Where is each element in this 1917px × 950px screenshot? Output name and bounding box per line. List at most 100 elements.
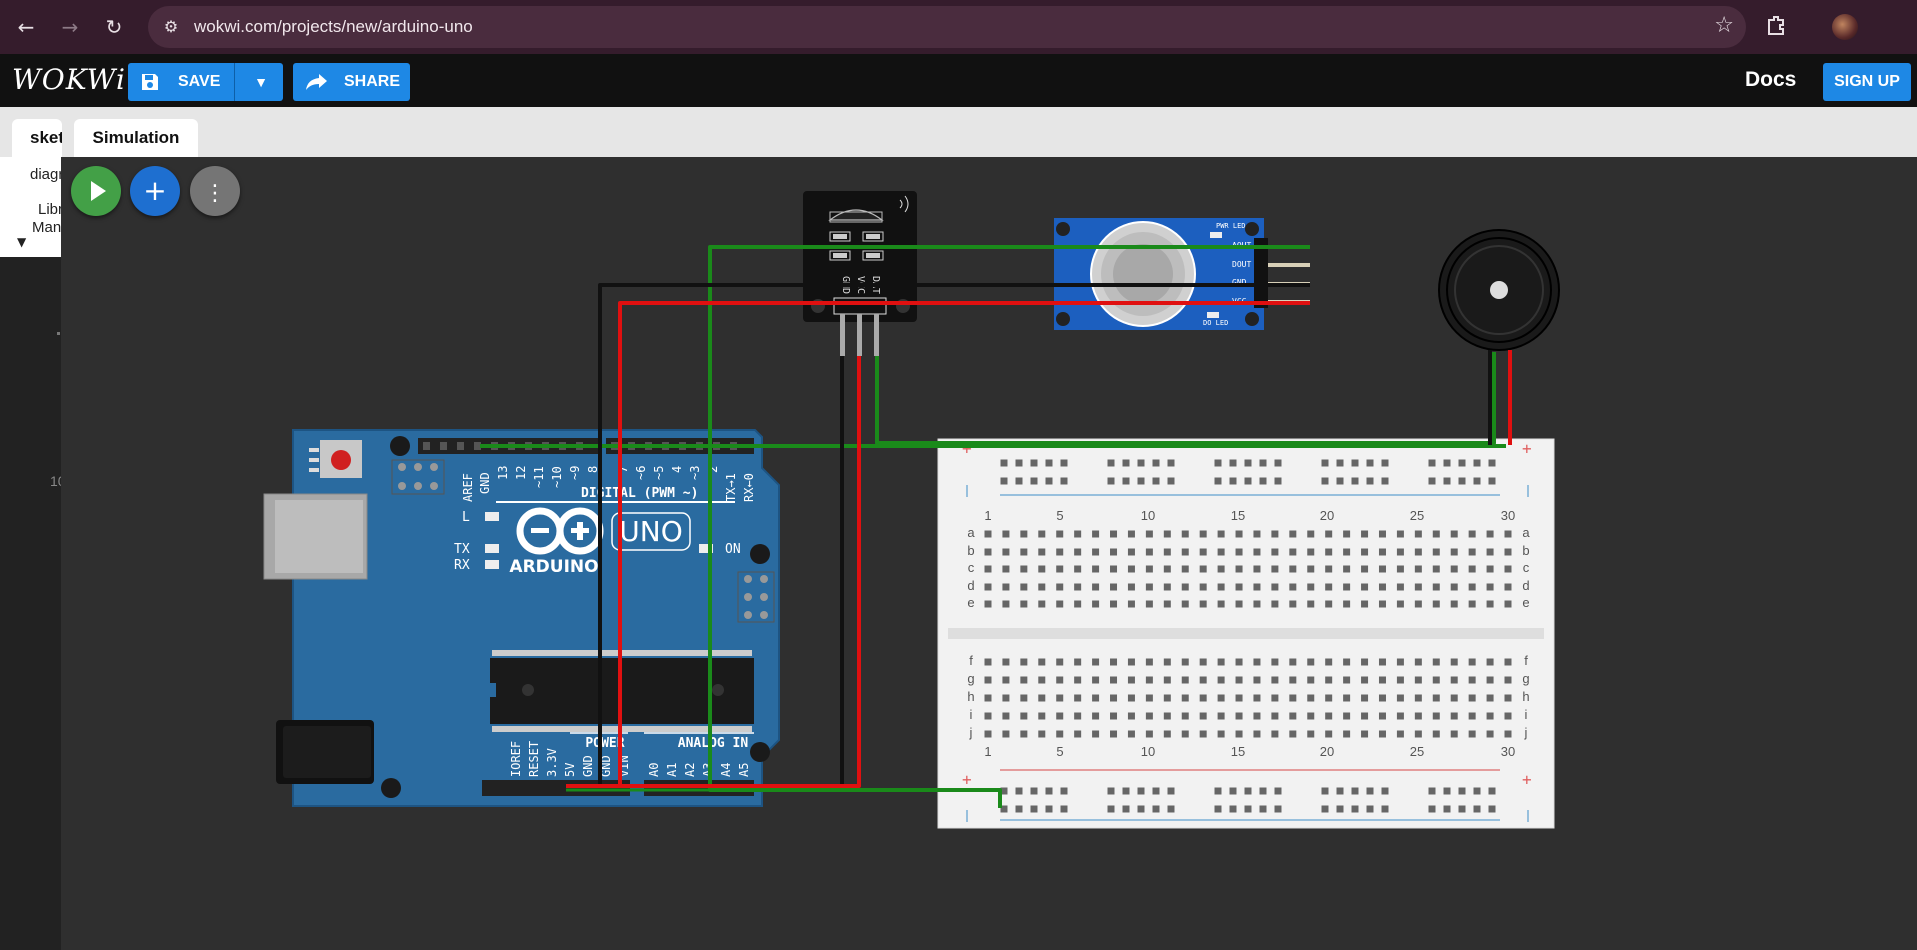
- breadboard-hole[interactable]: [1343, 548, 1351, 556]
- breadboard-hole[interactable]: [1092, 548, 1100, 556]
- breadboard-hole[interactable]: [1244, 459, 1252, 467]
- breadboard-hole[interactable]: [1181, 676, 1189, 684]
- breadboard-hole[interactable]: [1486, 676, 1494, 684]
- breadboard-hole[interactable]: [1092, 712, 1100, 720]
- breadboard-hole[interactable]: [1015, 805, 1023, 813]
- breadboard-hole[interactable]: [1351, 459, 1359, 467]
- breadboard-hole[interactable]: [1259, 787, 1267, 795]
- breadboard-hole[interactable]: [1145, 712, 1153, 720]
- breadboard-hole[interactable]: [1214, 787, 1222, 795]
- breadboard-hole[interactable]: [1127, 548, 1135, 556]
- breadboard-hole[interactable]: [1381, 477, 1389, 485]
- breadboard-hole[interactable]: [1396, 730, 1404, 738]
- breadboard-hole[interactable]: [1321, 805, 1329, 813]
- breadboard-hole[interactable]: [1110, 730, 1118, 738]
- breadboard-hole[interactable]: [1468, 583, 1476, 591]
- breadboard-hole[interactable]: [1396, 530, 1404, 538]
- breadboard-hole[interactable]: [1122, 787, 1130, 795]
- breadboard-hole[interactable]: [1325, 658, 1333, 666]
- breadboard-hole[interactable]: [1504, 676, 1512, 684]
- breadboard-hole[interactable]: [1504, 548, 1512, 556]
- breadboard-hole[interactable]: [1307, 712, 1315, 720]
- breadboard-hole[interactable]: [1504, 530, 1512, 538]
- breadboard-hole[interactable]: [1145, 548, 1153, 556]
- breadboard-hole[interactable]: [1307, 548, 1315, 556]
- breadboard-hole[interactable]: [1289, 676, 1297, 684]
- breadboard-hole[interactable]: [1414, 583, 1422, 591]
- breadboard-hole[interactable]: [1366, 805, 1374, 813]
- breadboard-hole[interactable]: [1307, 565, 1315, 573]
- breadboard-hole[interactable]: [1145, 565, 1153, 573]
- breadboard-hole[interactable]: [1002, 658, 1010, 666]
- breadboard-hole[interactable]: [1428, 459, 1436, 467]
- breadboard-hole[interactable]: [1163, 676, 1171, 684]
- breadboard-hole[interactable]: [1486, 600, 1494, 608]
- breadboard-hole[interactable]: [1468, 530, 1476, 538]
- breadboard-hole[interactable]: [1486, 712, 1494, 720]
- breadboard-hole[interactable]: [1167, 477, 1175, 485]
- breadboard-hole[interactable]: [1274, 787, 1282, 795]
- breadboard-hole[interactable]: [1396, 694, 1404, 702]
- breadboard-hole[interactable]: [1343, 676, 1351, 684]
- breadboard-hole[interactable]: [1343, 712, 1351, 720]
- breadboard-hole[interactable]: [1450, 658, 1458, 666]
- breadboard-hole[interactable]: [1325, 548, 1333, 556]
- breadboard-hole[interactable]: [1181, 694, 1189, 702]
- breadboard-hole[interactable]: [1432, 694, 1440, 702]
- reset-button-cap[interactable]: [331, 450, 351, 470]
- breadboard-hole[interactable]: [1378, 676, 1386, 684]
- breadboard-hole[interactable]: [1127, 658, 1135, 666]
- breadboard-hole[interactable]: [1396, 583, 1404, 591]
- breadboard-hole[interactable]: [1038, 676, 1046, 684]
- breadboard-hole[interactable]: [1020, 583, 1028, 591]
- breadboard-hole[interactable]: [1002, 600, 1010, 608]
- breadboard-hole[interactable]: [1217, 658, 1225, 666]
- breadboard-hole[interactable]: [1145, 694, 1153, 702]
- breadboard-hole[interactable]: [1488, 805, 1496, 813]
- breadboard-hole[interactable]: [1351, 477, 1359, 485]
- breadboard-hole[interactable]: [1325, 583, 1333, 591]
- breadboard-hole[interactable]: [1244, 477, 1252, 485]
- breadboard-hole[interactable]: [1458, 477, 1466, 485]
- breadboard-hole[interactable]: [1361, 730, 1369, 738]
- breadboard-hole[interactable]: [1199, 658, 1207, 666]
- breadboard-hole[interactable]: [1122, 477, 1130, 485]
- breadboard-hole[interactable]: [1127, 694, 1135, 702]
- breadboard-hole[interactable]: [1343, 530, 1351, 538]
- breadboard-hole[interactable]: [1378, 565, 1386, 573]
- breadboard-hole[interactable]: [984, 694, 992, 702]
- breadboard-hole[interactable]: [1038, 583, 1046, 591]
- breadboard-hole[interactable]: [1274, 459, 1282, 467]
- breadboard-hole[interactable]: [1217, 730, 1225, 738]
- breadboard-hole[interactable]: [1253, 548, 1261, 556]
- breadboard-hole[interactable]: [1486, 530, 1494, 538]
- breadboard-hole[interactable]: [1181, 565, 1189, 573]
- breadboard-hole[interactable]: [1432, 600, 1440, 608]
- breadboard-hole[interactable]: [1092, 730, 1100, 738]
- breadboard-hole[interactable]: [1199, 548, 1207, 556]
- breadboard-hole[interactable]: [1488, 787, 1496, 795]
- breadboard-hole[interactable]: [1056, 600, 1064, 608]
- breadboard-hole[interactable]: [1468, 694, 1476, 702]
- breadboard-hole[interactable]: [1074, 530, 1082, 538]
- breadboard-hole[interactable]: [1458, 787, 1466, 795]
- breadboard-hole[interactable]: [1271, 676, 1279, 684]
- breadboard-hole[interactable]: [1468, 658, 1476, 666]
- breadboard-hole[interactable]: [1217, 583, 1225, 591]
- breadboard-hole[interactable]: [1488, 459, 1496, 467]
- breadboard-hole[interactable]: [1127, 530, 1135, 538]
- breadboard-hole[interactable]: [1092, 600, 1100, 608]
- breadboard-hole[interactable]: [1163, 658, 1171, 666]
- breadboard-hole[interactable]: [1045, 805, 1053, 813]
- piezo-buzzer[interactable]: [1438, 229, 1560, 351]
- breadboard-hole[interactable]: [1199, 565, 1207, 573]
- breadboard-hole[interactable]: [1259, 459, 1267, 467]
- breadboard-hole[interactable]: [1271, 583, 1279, 591]
- breadboard-hole[interactable]: [1378, 530, 1386, 538]
- breadboard-hole[interactable]: [1145, 530, 1153, 538]
- breadboard-hole[interactable]: [1486, 548, 1494, 556]
- breadboard-hole[interactable]: [1181, 530, 1189, 538]
- breadboard-hole[interactable]: [1137, 459, 1145, 467]
- breadboard-hole[interactable]: [1199, 583, 1207, 591]
- breadboard-hole[interactable]: [1351, 805, 1359, 813]
